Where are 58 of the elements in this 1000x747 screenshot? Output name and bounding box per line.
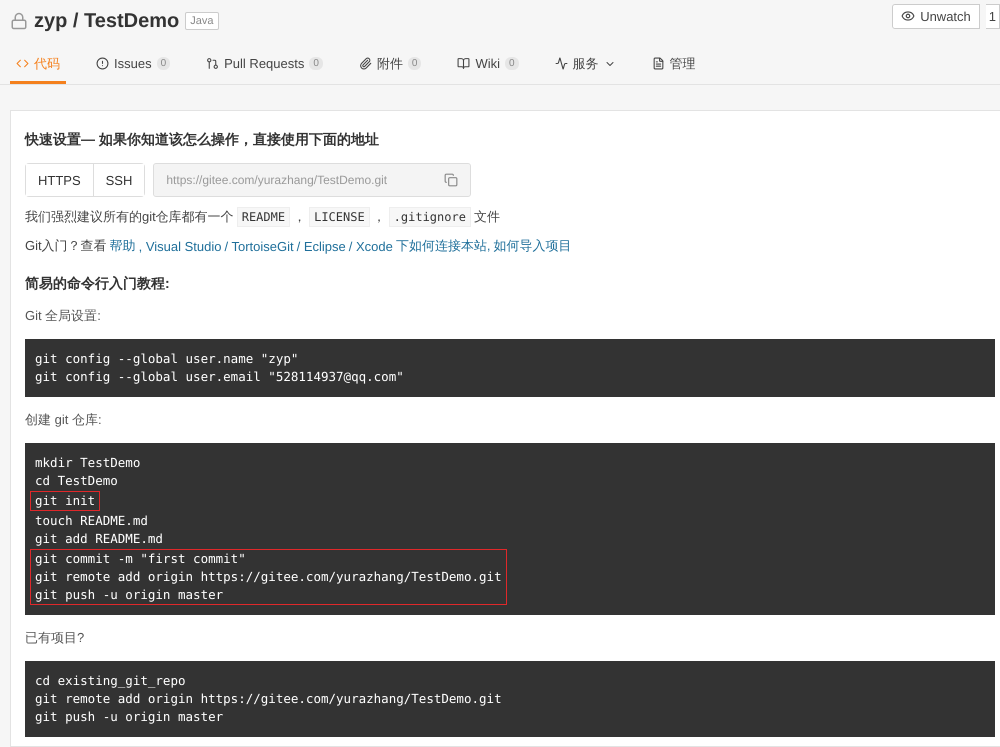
file-name: .gitignore [388,207,471,227]
code-line: git add README.md [35,530,163,548]
unwatch-button[interactable]: Unwatch [892,4,980,28]
section-heading: 简易的命令行入门教程: [25,275,171,293]
text: ， [293,208,306,226]
section-label: 创建 git 仓库: [25,411,103,429]
code-line: touch README.md [35,512,149,530]
code-line: git remote add origin https://gitee.com/yurazhang/TestDemo.git [35,690,502,708]
count-badge: 0 [505,57,519,70]
file-name: LICENSE [309,207,370,227]
code-line: git config --global user.name "zyp" [35,350,300,368]
book-icon [457,57,470,70]
code-line: git init [35,492,96,510]
code-line: git remote add origin https://gitee.com/yurazhang/TestDemo.git [35,568,502,586]
text: ， [372,208,386,226]
alert-icon [96,57,109,70]
lock-icon [10,12,28,30]
text: 我们强烈建议所有的git仓库都有一个 [25,208,234,226]
code-line: cd TestDemo [35,472,119,490]
count-badge: 0 [156,57,170,70]
copy-icon[interactable] [444,173,458,187]
text: Git入门？查看 [25,237,107,255]
help-link[interactable]: , Visual Studio [138,238,222,254]
tab[interactable]: 附件 0 [352,46,428,84]
code-line: git push -u origin master [35,586,224,604]
help-link[interactable]: 下如何连接本站, [396,237,490,255]
count-badge: 0 [309,57,323,70]
help-link[interactable]: / Xcode [348,238,393,254]
protocol-button[interactable]: HTTPS [26,164,94,196]
count-badge: 0 [408,57,422,70]
pull-request-icon [206,57,220,70]
code-icon [16,57,29,70]
code-line: git commit -m "first commit" [35,550,247,568]
paperclip-icon [358,57,372,70]
file-name: README [236,207,290,227]
help-link[interactable]: / TortoiseGit [224,238,294,254]
code-line: cd existing_git_repo [35,672,187,690]
code-line: mkdir TestDemo [35,454,140,472]
help-link[interactable]: 如何导入项目 [493,237,572,255]
section-label: Git 全局设置: [25,307,102,325]
repo-title: zyp / TestDemo [34,10,180,32]
section-heading: 快速设置— 如果你知道该怎么操作，直接使用下面的地址 [25,131,380,149]
tab[interactable]: Issues 0 [90,46,176,84]
pulse-icon [554,57,568,70]
section-label: 已有项目? [25,629,86,647]
watch-count[interactable]: 1 [986,4,1000,28]
help-link[interactable]: 帮助 [110,237,136,255]
tab[interactable]: 服务 [548,46,622,84]
tab[interactable]: Wiki 0 [451,46,525,84]
tab[interactable]: 管理 [646,46,702,84]
code-line: git config --global user.email "528114937@qq.com" [35,368,404,386]
text: 文件 [474,208,500,226]
help-link[interactable]: / Eclipse [296,238,346,254]
tab[interactable]: Pull Requests 0 [200,46,329,84]
language-tag: Java [185,12,218,30]
document-icon [652,57,665,70]
eye-icon [901,9,916,23]
code-line: git push -u origin master [35,708,224,726]
